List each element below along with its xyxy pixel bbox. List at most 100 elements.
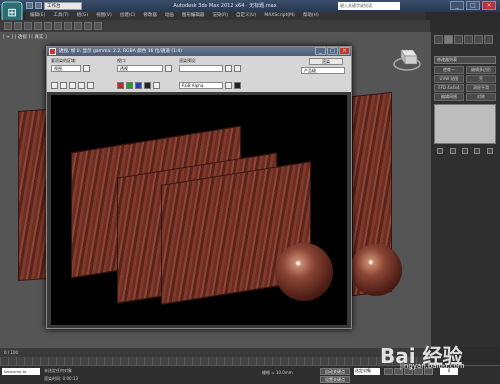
selection-status: 未选定任何对象 bbox=[44, 368, 72, 373]
configure-sets-icon[interactable] bbox=[486, 148, 493, 154]
blue-channel-icon[interactable] bbox=[135, 82, 142, 89]
render-window-icon bbox=[49, 48, 56, 55]
red-channel-icon[interactable] bbox=[117, 82, 124, 89]
toggle-ui-overlay-icon[interactable] bbox=[225, 82, 232, 89]
modifier-button-2[interactable]: 编辑多边形 bbox=[466, 66, 496, 74]
rotate-icon[interactable] bbox=[44, 22, 52, 30]
modifier-button-6[interactable]: 涡轮平滑 bbox=[466, 84, 496, 92]
3ds-max-window: 工作台 Autodesk 3ds Max 2012 x64 · 无标题.max … bbox=[0, 0, 500, 384]
modify-tab-icon[interactable] bbox=[444, 35, 453, 44]
menu-item-5[interactable]: 修改器 bbox=[143, 12, 157, 20]
modifier-button-3[interactable]: UVW 贴图 bbox=[434, 75, 464, 83]
watermark-url: jingyan.baidu.com bbox=[400, 362, 465, 370]
render-icon[interactable] bbox=[94, 22, 102, 30]
search-input[interactable]: 键入关键字或短语 bbox=[338, 2, 400, 10]
redo-icon[interactable] bbox=[14, 22, 22, 30]
scale-icon[interactable] bbox=[54, 22, 62, 30]
move-icon[interactable] bbox=[34, 22, 42, 30]
workspace-dropdown[interactable]: 工作台 bbox=[44, 2, 82, 10]
new-file-icon[interactable] bbox=[26, 2, 33, 9]
modifier-list-dropdown[interactable]: 修改器列表 bbox=[434, 56, 496, 64]
render-preset-dropdown[interactable] bbox=[179, 65, 223, 72]
material-editor-icon[interactable] bbox=[74, 22, 82, 30]
undo-icon[interactable] bbox=[4, 22, 12, 30]
render-button[interactable]: 渲染 bbox=[309, 58, 343, 65]
select-icon[interactable] bbox=[24, 22, 32, 30]
modifier-button-8[interactable]: 对称 bbox=[466, 93, 496, 101]
main-toolbar bbox=[0, 20, 430, 32]
set-key-button[interactable]: 设置关键点 bbox=[320, 376, 350, 383]
modifier-stack[interactable] bbox=[434, 104, 496, 144]
menu-item-6[interactable]: 动画 bbox=[165, 12, 174, 20]
background-swatch-icon[interactable] bbox=[234, 82, 241, 89]
close-button[interactable]: × bbox=[482, 1, 496, 10]
time-slider[interactable]: 0 / 100 bbox=[0, 347, 430, 357]
lock-viewport-icon[interactable] bbox=[165, 65, 172, 72]
rendered-wood-sphere bbox=[275, 243, 333, 301]
render-close-button[interactable]: × bbox=[339, 47, 350, 55]
make-unique-icon[interactable] bbox=[461, 148, 468, 154]
create-tab-icon[interactable] bbox=[434, 35, 443, 44]
display-tab-icon[interactable] bbox=[474, 35, 483, 44]
menu-item-2[interactable]: 组(G) bbox=[77, 12, 89, 20]
monochrome-icon[interactable] bbox=[153, 82, 160, 89]
modifier-button-7[interactable]: 编辑网格 bbox=[434, 93, 464, 101]
utilities-tab-icon[interactable] bbox=[484, 35, 493, 44]
snap-icon[interactable] bbox=[64, 22, 72, 30]
open-file-icon[interactable] bbox=[35, 2, 42, 9]
maximize-button[interactable]: □ bbox=[466, 1, 480, 10]
copy-image-icon[interactable] bbox=[60, 82, 67, 89]
production-dropdown[interactable]: 产品级 bbox=[301, 67, 345, 74]
alpha-channel-icon[interactable] bbox=[144, 82, 151, 89]
viewport-dropdown[interactable]: 透视 bbox=[117, 65, 163, 72]
save-image-icon[interactable] bbox=[51, 82, 58, 89]
viewcube-icon[interactable] bbox=[392, 44, 422, 74]
rendered-image bbox=[51, 95, 347, 325]
rendered-frame-window: 透视, 帧 0, 显示 gamma: 2.2, RGBA 颜色 16 位/通道 … bbox=[46, 46, 352, 329]
menu-item-0[interactable]: 编辑(E) bbox=[30, 12, 45, 20]
edit-region-icon[interactable] bbox=[83, 65, 90, 72]
menu-item-4[interactable]: 创建(C) bbox=[120, 12, 136, 20]
display-channel-dropdown[interactable]: RGB Alpha bbox=[179, 82, 223, 89]
render-window-toolbar: 要渲染的区域: 视图 视口: 透视 渲染预设: 渲染 产品级 RGB Alpha bbox=[47, 56, 351, 92]
hierarchy-tab-icon[interactable] bbox=[454, 35, 463, 44]
clear-icon[interactable] bbox=[87, 82, 94, 89]
menu-item-10[interactable]: MAXScript(M) bbox=[264, 12, 295, 20]
track-bar[interactable] bbox=[0, 357, 430, 365]
render-window-title: 透视, 帧 0, 显示 gamma: 2.2, RGBA 颜色 16 位/通道 … bbox=[59, 49, 183, 54]
menu-item-7[interactable]: 图形编辑器 bbox=[182, 12, 205, 20]
key-filter-dropdown[interactable]: 选定对象 bbox=[354, 368, 380, 375]
print-image-icon[interactable] bbox=[78, 82, 85, 89]
pin-stack-icon[interactable] bbox=[437, 148, 444, 154]
wood-sphere-right[interactable] bbox=[350, 244, 402, 296]
menu-item-8[interactable]: 渲染(R) bbox=[212, 12, 228, 20]
render-setup-icon[interactable] bbox=[225, 65, 232, 72]
viewport-label[interactable]: [ + ] [ 透视 ] [ 真实 ] bbox=[3, 34, 47, 40]
stack-tools bbox=[434, 148, 496, 156]
modifier-button-5[interactable]: FFD 4x4x4 bbox=[434, 84, 464, 92]
render-window-title-bar[interactable]: 透视, 帧 0, 显示 gamma: 2.2, RGBA 颜色 16 位/通道 … bbox=[47, 47, 351, 56]
show-end-result-icon[interactable] bbox=[449, 148, 456, 154]
clone-frame-icon[interactable] bbox=[69, 82, 76, 89]
menu-bar: 编辑(E) 工具(T) 组(G) 视图(V) 创建(C) 修改器 动画 图形编辑器 渲染(R) 自… bbox=[26, 12, 426, 20]
menu-item-9[interactable]: 自定义(U) bbox=[236, 12, 256, 20]
auto-key-button[interactable]: 自动关键点 bbox=[320, 368, 350, 375]
environment-icon[interactable] bbox=[234, 65, 241, 72]
menu-item-3[interactable]: 视图(V) bbox=[96, 12, 112, 20]
menu-item-11[interactable]: 帮助(H) bbox=[303, 12, 319, 20]
render-maximize-button[interactable]: □ bbox=[327, 47, 338, 55]
viewport-dropdown-label: 视口: bbox=[117, 58, 127, 63]
wood-plank-left[interactable] bbox=[18, 108, 48, 282]
render-minimize-button[interactable]: _ bbox=[315, 47, 326, 55]
menu-item-1[interactable]: 工具(T) bbox=[53, 12, 68, 20]
motion-tab-icon[interactable] bbox=[464, 35, 473, 44]
render-setup-icon[interactable] bbox=[84, 22, 92, 30]
minimize-button[interactable]: _ bbox=[450, 1, 464, 10]
green-channel-icon[interactable] bbox=[126, 82, 133, 89]
area-to-render-dropdown[interactable]: 视图 bbox=[51, 65, 81, 72]
area-to-render-label: 要渲染的区域: bbox=[51, 58, 77, 63]
modifier-button-1[interactable]: 使唯一 bbox=[434, 66, 464, 74]
remove-modifier-icon[interactable] bbox=[474, 148, 481, 154]
modifier-button-4[interactable]: 壳 bbox=[466, 75, 496, 83]
maxscript-listener[interactable]: Welcome to MAXScript bbox=[2, 368, 40, 381]
